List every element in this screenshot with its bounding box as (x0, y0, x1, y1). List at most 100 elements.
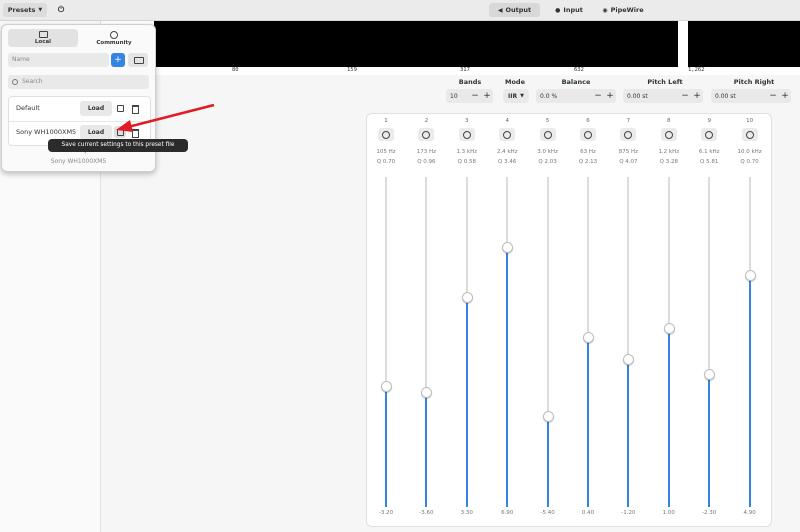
band-gain: 0.40 (581, 510, 595, 516)
tab-community[interactable]: Community (79, 29, 149, 47)
band-settings-button[interactable] (580, 128, 596, 141)
add-preset-button[interactable]: + (111, 53, 125, 67)
balance-spinner[interactable]: 0.0 % − + (536, 89, 616, 103)
plus-icon[interactable]: + (481, 91, 493, 101)
band-frequency: 2.4 kHz (496, 149, 518, 155)
last-used-name: Sony WH1000XM5 (50, 158, 107, 165)
presets-menu-button[interactable]: Presets ▼ (3, 3, 47, 17)
band-settings-button[interactable] (418, 128, 435, 141)
band-settings-button[interactable] (620, 128, 637, 141)
band-5: 5 3.0 kHz Q 2.03 -5.40 (533, 114, 563, 526)
pitch-right-label: Pitch Right (733, 78, 775, 86)
band-slider-handle[interactable] (461, 291, 473, 303)
presets-label: Presets (7, 6, 36, 14)
tab-pipewire-label: PipeWire (610, 6, 644, 14)
band-slider-fill (748, 274, 751, 507)
pitch-left-spinner[interactable]: 0.00 st − + (623, 89, 703, 103)
tab-local[interactable]: Local (8, 29, 78, 47)
band-settings-button[interactable] (458, 128, 475, 141)
mode-dropdown[interactable]: IIR ▼ (503, 89, 529, 103)
tab-output-label: Output (505, 6, 532, 14)
band-slider-handle[interactable] (542, 411, 554, 423)
pitch-right-spinner[interactable]: 0.00 st − + (711, 89, 791, 103)
minus-icon[interactable]: − (469, 91, 481, 101)
preset-search-input[interactable]: Search (8, 75, 149, 89)
freq-label: 632 (574, 67, 584, 73)
pitch-left-value: 0.00 st (627, 92, 648, 100)
band-slider-handle[interactable] (583, 331, 594, 343)
band-settings-button[interactable] (741, 128, 758, 141)
band-slider-handle[interactable] (663, 323, 675, 335)
band-slider-handle[interactable] (502, 242, 514, 254)
band-settings-button[interactable] (539, 128, 556, 141)
arrow-shaft (127, 103, 215, 129)
bands-spinner[interactable]: 10 − + (446, 89, 493, 103)
balance-value: 0.0 % (540, 92, 558, 100)
load-preset-button[interactable]: Load (80, 125, 112, 140)
band-gain: 6.90 (501, 510, 514, 516)
band-slider-handle[interactable] (744, 269, 756, 281)
band-4: 4 2.4 kHz Q 3.46 6.90 (492, 114, 522, 526)
tab-pipewire[interactable]: ◉ PipeWire (598, 3, 648, 17)
band-quality: Q 3.46 (498, 159, 517, 165)
band-gain: 4.90 (743, 510, 756, 516)
bands-label: Bands (458, 78, 482, 86)
band-settings-button[interactable] (378, 128, 394, 141)
minus-icon[interactable]: − (679, 91, 691, 101)
band-frequency: 1.3 kHz (456, 149, 478, 155)
band-frequency: 105 Hz (376, 149, 396, 155)
power-icon: ⏻ (57, 5, 65, 14)
bypass-button[interactable]: ⏻ (54, 3, 68, 17)
band-frequency: 173 Hz (416, 149, 437, 155)
band-slider-fill (587, 336, 589, 507)
band-slider-handle[interactable] (623, 353, 635, 365)
minus-icon[interactable]: − (592, 91, 604, 101)
band-quality: Q 2.13 (578, 159, 598, 165)
band-slider-handle[interactable] (381, 381, 392, 392)
save-tooltip: Save current settings to this preset fil… (48, 139, 188, 152)
band-10: 10 10.0 kHz Q 0.70 4.90 (735, 114, 765, 526)
band-1: 1 105 Hz Q 0.70 -3.20 (371, 114, 401, 526)
band-gain: -3.20 (378, 510, 394, 516)
band-7: 7 875 Hz Q 4.07 -1.20 (613, 114, 643, 526)
pitch-right-value: 0.00 st (715, 92, 736, 100)
band-slider-fill (465, 296, 468, 507)
band-slider-handle[interactable] (421, 386, 433, 398)
preset-name: Sony WH1000XM5 (16, 128, 77, 136)
tab-output[interactable]: ◀ Output (489, 3, 540, 17)
band-quality: Q 0.70 (740, 159, 759, 165)
band-9: 9 6.1 kHz Q 5.81 -2.30 (694, 114, 724, 526)
spectrum-analyzer (154, 21, 800, 67)
plus-icon[interactable]: + (779, 91, 791, 101)
band-settings-button[interactable] (499, 128, 516, 141)
minus-icon[interactable]: − (767, 91, 779, 101)
band-slider-fill (627, 358, 630, 507)
band-number: 6 (586, 118, 590, 124)
band-8: 8 1.2 kHz Q 3.28 1.00 (654, 114, 684, 526)
tab-input-label: Input (563, 6, 583, 14)
settings-icon (705, 130, 714, 139)
band-3: 3 1.3 kHz Q 0.58 3.30 (452, 114, 482, 526)
plus-icon[interactable]: + (604, 91, 616, 101)
band-settings-button[interactable] (701, 128, 718, 141)
band-number: 5 (545, 118, 550, 124)
community-icon (110, 31, 118, 39)
import-preset-button[interactable] (128, 53, 148, 67)
band-quality: Q 3.28 (659, 159, 678, 165)
tab-input[interactable]: ● Input (551, 3, 587, 17)
preset-name-input[interactable]: Name (8, 53, 109, 67)
load-preset-button[interactable]: Load (80, 101, 112, 116)
plus-icon[interactable]: + (691, 91, 703, 101)
band-gain: -5.40 (540, 510, 555, 516)
band-gain: 3.30 (460, 510, 473, 516)
band-frequency: 875 Hz (618, 149, 639, 155)
microphone-icon: ● (555, 6, 561, 14)
preset-name: Default (16, 104, 40, 112)
band-slider-handle[interactable] (704, 368, 716, 380)
chevron-down-icon: ▼ (520, 93, 524, 99)
band-settings-button[interactable] (660, 128, 677, 141)
freq-label: 159 (347, 67, 357, 73)
band-number: 9 (707, 118, 711, 124)
annotation-arrow (116, 103, 215, 132)
settings-icon (462, 130, 471, 139)
